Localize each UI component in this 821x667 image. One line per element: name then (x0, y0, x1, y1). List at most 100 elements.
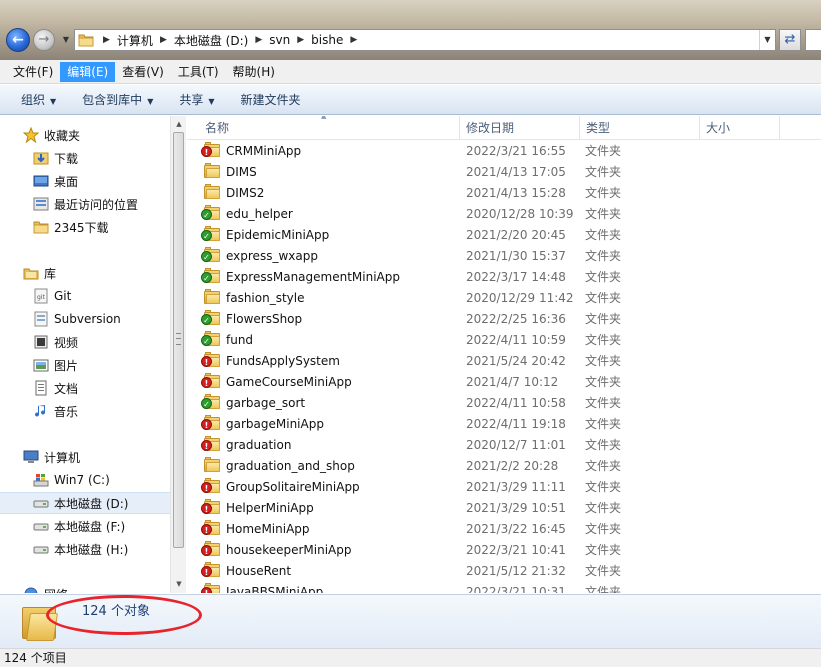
forward-button[interactable]: → (33, 29, 55, 51)
breadcrumb-separator[interactable]: ▶ (154, 35, 173, 45)
menu-tools[interactable]: 工具(T) (171, 62, 226, 82)
breadcrumb-separator[interactable]: ▶ (344, 35, 363, 45)
address-bar[interactable]: ▶ 计算机 ▶ 本地磁盘 (D:) ▶ svn ▶ bishe ▶ ▼ (74, 29, 776, 51)
refresh-button[interactable]: ⇄ (779, 29, 801, 51)
nav-item-git[interactable]: git Git (0, 285, 170, 307)
conflict-badge-icon: ! (201, 482, 212, 493)
menu-file[interactable]: 文件(F) (6, 62, 60, 82)
file-row[interactable]: ! HomeMiniApp 2021/3/22 16:45 文件夹 (187, 518, 821, 539)
menu-edit[interactable]: 编辑(E) (60, 61, 116, 82)
file-modified-date: 2021/5/12 21:32 (466, 563, 566, 578)
conflict-badge-icon: ! (201, 146, 212, 157)
breadcrumb: ▶ 计算机 ▶ 本地磁盘 (D:) ▶ svn ▶ bishe ▶ (97, 30, 363, 50)
nav-network[interactable]: 网络 (0, 583, 170, 593)
file-row[interactable]: ✓ FlowersShop 2022/2/25 16:36 文件夹 (187, 308, 821, 329)
file-type: 文件夹 (585, 144, 622, 158)
nav-item-videos[interactable]: 视频 (0, 331, 170, 353)
file-row[interactable]: ! GameCourseMiniApp 2021/4/7 10:12 文件夹 (187, 371, 821, 392)
file-row[interactable]: ✓ ExpressManagementMiniApp 2022/3/17 14:48… (187, 266, 821, 287)
nav-item-documents[interactable]: 文档 (0, 377, 170, 399)
file-row[interactable]: ! GroupSolitaireMiniApp 2021/3/29 11:11 文件夹 (187, 476, 821, 497)
check-badge-icon: ✓ (201, 398, 212, 409)
back-button[interactable]: ← (6, 28, 30, 52)
search-input[interactable] (805, 29, 821, 51)
file-row[interactable]: ! garbageMiniApp 2022/4/11 19:18 文件夹 (187, 413, 821, 434)
file-row[interactable]: ✓ garbage_sort 2022/4/11 10:58 文件夹 (187, 392, 821, 413)
nav-item-2345-downloads[interactable]: 2345下载 (0, 216, 170, 238)
file-type: 文件夹 (585, 354, 622, 368)
nav-item-music[interactable]: 音乐 (0, 400, 170, 422)
file-row[interactable]: fashion_style 2020/12/29 11:42 文件夹 (187, 287, 821, 308)
file-row[interactable]: ! graduation 2020/12/7 11:01 文件夹 (187, 434, 821, 455)
breadcrumb-separator[interactable]: ▶ (249, 35, 268, 45)
column-name[interactable]: 名称 (187, 116, 460, 140)
nav-item-drive-d[interactable]: 本地磁盘 (D:) (0, 492, 170, 514)
file-name: fund (226, 332, 254, 347)
recent-pages-dropdown[interactable]: ▼ (60, 33, 72, 47)
file-row[interactable]: ✓ EpidemicMiniApp 2021/2/20 20:45 文件夹 (187, 224, 821, 245)
nav-item-subversion[interactable]: Subversion (0, 308, 170, 330)
svn-normal-folder-icon: ✓ (201, 226, 220, 241)
desktop-icon (32, 173, 50, 189)
nav-item-drive-h[interactable]: 本地磁盘 (H:) (0, 538, 170, 560)
breadcrumb-separator[interactable]: ▶ (97, 35, 116, 45)
new-folder-button[interactable]: 新建文件夹 (234, 88, 308, 112)
nav-favorites[interactable]: 收藏夹 (0, 124, 170, 146)
breadcrumb-drive-d[interactable]: 本地磁盘 (D:) (173, 32, 249, 49)
breadcrumb-svn[interactable]: svn (268, 33, 291, 47)
breadcrumb-separator[interactable]: ▶ (291, 35, 310, 45)
nav-libraries[interactable]: 库 (0, 262, 170, 284)
file-modified-date: 2021/5/24 20:42 (466, 353, 566, 368)
file-name: fashion_style (226, 290, 305, 305)
navigation-scrollbar[interactable]: ▲ ▼ (170, 116, 186, 593)
svn-conflict-folder-icon: ! (201, 415, 220, 430)
file-row[interactable]: ! housekeeperMiniApp 2022/3/21 10:41 文件夹 (187, 539, 821, 560)
menu-view[interactable]: 查看(V) (115, 62, 171, 82)
nav-item-label: 2345下载 (54, 220, 109, 235)
file-row[interactable]: ! FundsApplySystem 2021/5/24 20:42 文件夹 (187, 350, 821, 371)
file-row[interactable]: ✓ edu_helper 2020/12/28 10:39 文件夹 (187, 203, 821, 224)
breadcrumb-computer[interactable]: 计算机 (116, 32, 154, 49)
forward-arrow-icon: → (38, 32, 50, 47)
file-row[interactable]: DIMS2 2021/4/13 15:28 文件夹 (187, 182, 821, 203)
nav-item-downloads[interactable]: 下载 (0, 147, 170, 169)
share-button[interactable]: 共享 ▼ (172, 88, 221, 112)
include-in-library-button[interactable]: 包含到库中 ▼ (75, 88, 160, 112)
file-row[interactable]: DIMS 2021/4/13 17:05 文件夹 (187, 161, 821, 182)
svn-normal-folder-icon: ✓ (201, 268, 220, 283)
scroll-down-icon[interactable]: ▼ (174, 579, 184, 589)
file-row[interactable]: ! HouseRent 2021/5/12 21:32 文件夹 (187, 560, 821, 581)
check-badge-icon: ✓ (201, 314, 212, 325)
scroll-up-icon[interactable]: ▲ (174, 119, 184, 129)
folder-icon (204, 457, 220, 472)
file-row[interactable]: ! CRMMiniApp 2022/3/21 16:55 文件夹 (187, 140, 821, 161)
file-row[interactable]: ✓ fund 2022/4/11 10:59 文件夹 (187, 329, 821, 350)
file-row[interactable]: graduation_and_shop 2021/2/2 20:28 文件夹 (187, 455, 821, 476)
nav-item-recent-places[interactable]: 最近访问的位置 (0, 193, 170, 215)
column-modified-date[interactable]: 修改日期 (460, 116, 580, 140)
video-icon (32, 334, 50, 350)
nav-computer[interactable]: 计算机 (0, 446, 170, 468)
organize-button[interactable]: 组织 ▼ (14, 88, 63, 112)
nav-item-drive-f[interactable]: 本地磁盘 (F:) (0, 515, 170, 537)
file-name: HouseRent (226, 563, 292, 578)
scrollbar-thumb[interactable] (173, 132, 184, 548)
address-history-dropdown[interactable]: ▼ (759, 30, 775, 50)
documents-icon (32, 380, 50, 396)
file-type: 文件夹 (585, 249, 622, 263)
star-icon (22, 127, 40, 143)
nav-item-drive-c[interactable]: Win7 (C:) (0, 469, 170, 491)
file-modified-date: 2021/3/29 10:51 (466, 500, 566, 515)
svn-normal-folder-icon: ✓ (201, 331, 220, 346)
nav-item-pictures[interactable]: 图片 (0, 354, 170, 376)
file-name: EpidemicMiniApp (226, 227, 330, 242)
breadcrumb-bishe[interactable]: bishe (310, 33, 344, 47)
file-row[interactable]: ! JavaBBSMiniApp 2022/3/21 10:31 文件夹 (187, 581, 821, 593)
file-row[interactable]: ! HelperMiniApp 2021/3/29 10:51 文件夹 (187, 497, 821, 518)
nav-network-label: 网络 (44, 586, 68, 594)
file-row[interactable]: ✓ express_wxapp 2021/1/30 15:37 文件夹 (187, 245, 821, 266)
column-type[interactable]: 类型 (580, 116, 700, 140)
menu-help[interactable]: 帮助(H) (226, 62, 282, 82)
column-size[interactable]: 大小 (700, 116, 780, 140)
nav-item-desktop[interactable]: 桌面 (0, 170, 170, 192)
